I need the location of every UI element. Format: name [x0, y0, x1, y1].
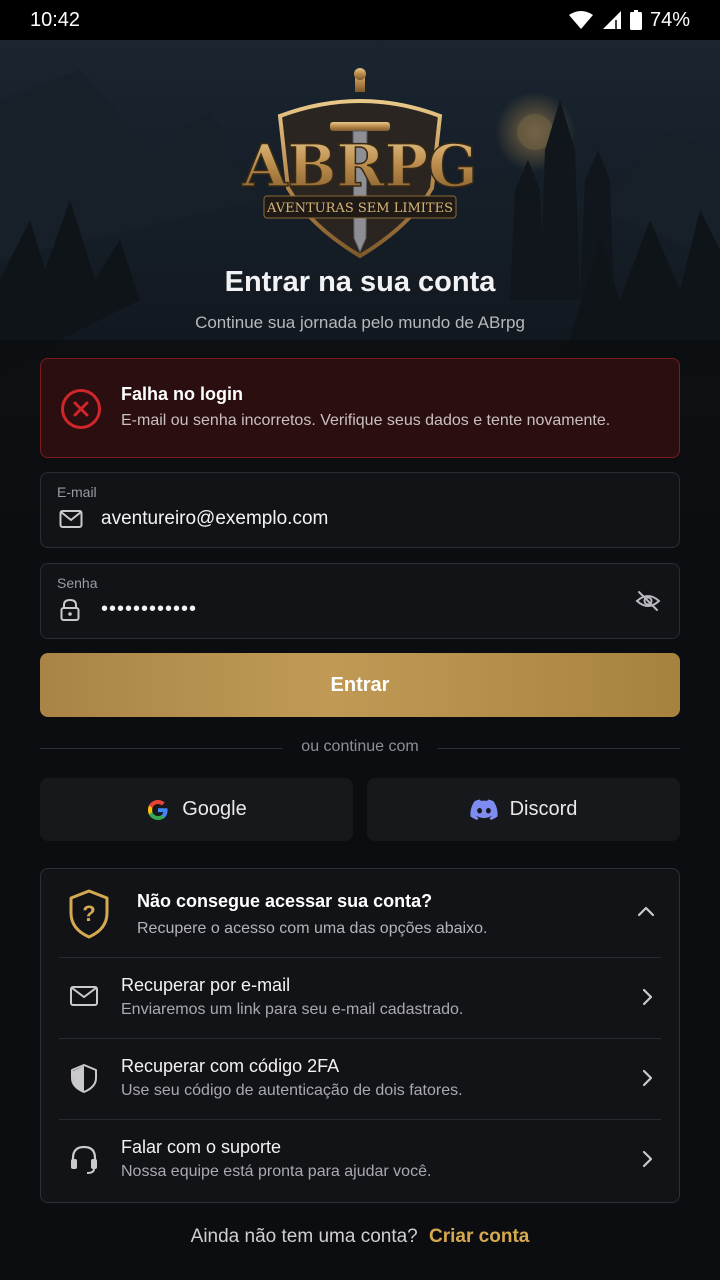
shield-icon [71, 1064, 97, 1093]
password-label: Senha [57, 575, 98, 591]
svg-text:?: ? [82, 901, 95, 926]
recover-with-2fa-option[interactable]: Recuperar com código 2FA Use seu código … [59, 1038, 661, 1119]
option-subtitle: Enviaremos um link para seu e-mail cadas… [121, 1001, 464, 1018]
battery-percent: 74% [649, 8, 690, 31]
recover-by-email-option[interactable]: Recuperar por e-mail Enviaremos um link … [59, 957, 661, 1038]
status-bar: 10:42 74% [0, 0, 720, 40]
status-time: 10:42 [30, 8, 81, 31]
page-subtitle: Continue sua jornada pelo mundo de ABrpg [195, 313, 525, 332]
account-recovery-panel: ? Não consegue acessar sua conta? Recupe… [40, 868, 680, 1203]
login-submit-button[interactable]: Entrar [40, 653, 680, 717]
discord-login-button[interactable]: Discord [367, 778, 680, 841]
email-label: E-mail [57, 484, 97, 500]
chevron-right-icon [642, 988, 653, 1006]
eye-off-icon[interactable] [635, 589, 661, 613]
login-error-alert: Falha no login E-mail ou senha incorreto… [40, 358, 680, 458]
option-subtitle: Use seu código de autenticação de dois f… [121, 1082, 463, 1099]
chevron-right-icon [642, 1069, 653, 1087]
chevron-right-icon [642, 1150, 653, 1168]
battery-icon [629, 10, 642, 30]
google-login-button[interactable]: Google [40, 778, 353, 841]
shield-question-icon: ? [69, 889, 109, 939]
email-field[interactable]: E-mail aventureiro@exemplo.com [40, 472, 680, 548]
headset-icon [71, 1145, 97, 1174]
mail-icon [70, 986, 98, 1006]
alert-message: E-mail ou senha incorretos. Verifique se… [121, 412, 611, 429]
email-input[interactable]: aventureiro@exemplo.com [101, 508, 601, 530]
discord-label: Discord [509, 798, 578, 820]
error-icon [61, 389, 101, 429]
abrpg-logo: ABRPG AVENTURAS SEM LIMITES [240, 68, 480, 260]
wifi-icon [568, 11, 593, 29]
signal-icon [602, 11, 621, 29]
google-icon [148, 799, 168, 820]
mail-icon [59, 510, 83, 528]
alert-title: Falha no login [121, 384, 243, 404]
option-title: Falar com o suporte [121, 1137, 282, 1157]
option-title: Recuperar por e-mail [121, 975, 291, 995]
lock-icon [60, 598, 80, 621]
recovery-subtitle: Recupere o acesso com uma das opções aba… [137, 920, 488, 937]
status-icons: 74% [568, 9, 690, 32]
page-title: Entrar na sua conta [224, 266, 496, 298]
discord-icon [470, 799, 498, 820]
password-field[interactable]: Senha •••••••••••• [40, 563, 680, 639]
chevron-up-icon[interactable] [637, 905, 655, 917]
signup-prompt: Ainda não tem uma conta? Criar conta [0, 1226, 720, 1248]
create-account-link[interactable]: Criar conta [429, 1226, 529, 1247]
recovery-panel-header[interactable]: ? Não consegue acessar sua conta? Recupe… [41, 869, 679, 957]
signup-prompt-text: Ainda não tem uma conta? [190, 1226, 418, 1247]
option-subtitle: Nossa equipe está pronta para ajudar voc… [121, 1163, 432, 1180]
divider-text: ou continue com [301, 738, 419, 755]
logo-wordmark: ABRPG [241, 132, 477, 200]
recovery-title: Não consegue acessar sua conta? [137, 891, 433, 911]
social-divider: ou continue com [40, 736, 680, 760]
logo-tagline: AVENTURAS SEM LIMITES [266, 201, 453, 216]
contact-support-option[interactable]: Falar com o suporte Nossa equipe está pr… [59, 1119, 661, 1200]
google-label: Google [182, 798, 247, 820]
option-title: Recuperar com código 2FA [121, 1056, 340, 1076]
password-input[interactable]: •••••••••••• [101, 598, 601, 621]
